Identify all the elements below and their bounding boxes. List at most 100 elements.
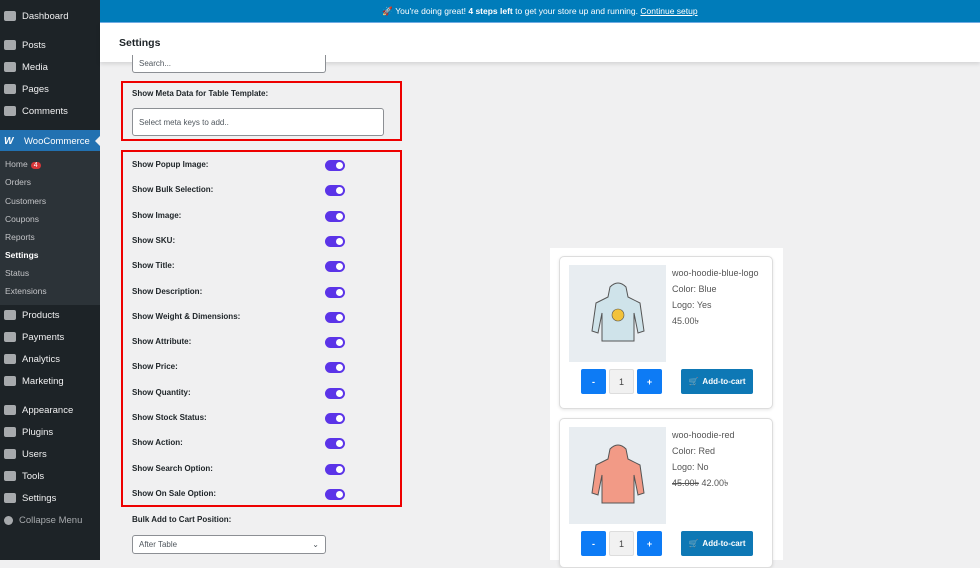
toggle-label: Show SKU: <box>132 235 176 245</box>
toggle-label: Show Action: <box>132 438 183 448</box>
menu-marketing[interactable]: Marketing <box>0 370 100 392</box>
toggle-label: Show Description: <box>132 286 203 296</box>
payments-icon <box>4 332 16 342</box>
analytics-icon <box>4 354 16 364</box>
show-stock-status-toggle[interactable] <box>325 413 345 424</box>
menu-plugins[interactable]: Plugins <box>0 421 100 443</box>
menu-media[interactable]: Media <box>0 56 100 78</box>
chevron-down-icon: ⌄ <box>312 540 319 549</box>
notice-text: You're doing great! <box>395 6 466 16</box>
add-to-cart-label: Add-to-cart <box>702 539 746 548</box>
quantity-decrease-button[interactable]: - <box>581 369 606 394</box>
toggle-label: Show Title: <box>132 261 175 271</box>
menu-dashboard[interactable]: Dashboard <box>0 5 100 27</box>
users-icon <box>4 449 16 459</box>
quantity-decrease-button[interactable]: - <box>581 531 606 556</box>
add-to-cart-button[interactable]: 🛒 Add-to-cart <box>681 369 753 394</box>
submenu-home[interactable]: Home 4 <box>5 159 41 169</box>
menu-label: Pages <box>22 83 49 95</box>
quantity-increase-button[interactable]: + <box>637 369 662 394</box>
product-name: woo-hoodie-red <box>672 430 735 440</box>
notice-steps: 4 steps left <box>468 6 513 16</box>
product-logo: Logo: No <box>672 462 709 472</box>
menu-pages[interactable]: Pages <box>0 78 100 100</box>
toggle-label: Show Image: <box>132 210 182 220</box>
menu-analytics[interactable]: Analytics <box>0 348 100 370</box>
show-description-toggle[interactable] <box>325 286 345 298</box>
appearance-icon <box>4 405 16 415</box>
bulk-position-select[interactable]: After Table ⌄ <box>132 535 326 554</box>
settings-icon <box>4 493 16 503</box>
menu-woocommerce[interactable]: W WooCommerce <box>0 130 100 152</box>
menu-label: Media <box>22 61 48 73</box>
submenu-status[interactable]: Status <box>5 268 29 278</box>
hoodie-icon <box>590 444 645 503</box>
quantity-input[interactable]: 1 <box>609 531 634 556</box>
show-weight-dimensions-toggle[interactable] <box>325 311 345 323</box>
submenu-reports[interactable]: Reports <box>5 232 35 242</box>
submenu-settings[interactable]: Settings <box>5 250 39 260</box>
submenu-coupons[interactable]: Coupons <box>5 214 39 224</box>
cart-icon: 🛒 <box>688 539 699 548</box>
show-sku-toggle[interactable] <box>325 235 345 247</box>
submenu-label: Coupons <box>5 214 40 224</box>
menu-label: Plugins <box>22 426 54 438</box>
toggle-label: Show Bulk Selection: <box>132 185 214 195</box>
menu-users[interactable]: Users <box>0 443 100 465</box>
show-action-toggle[interactable] <box>325 438 345 450</box>
products-icon <box>4 310 16 320</box>
menu-tools[interactable]: Tools <box>0 465 100 487</box>
meta-label: Show Meta Data for Table Template: <box>132 89 269 98</box>
show-price-toggle[interactable] <box>325 362 345 374</box>
product-image[interactable] <box>569 427 666 524</box>
product-name: woo-hoodie-blue-logo <box>672 268 759 278</box>
menu-label: Appearance <box>22 404 74 416</box>
toggle-label: Show Popup Image: <box>132 160 209 169</box>
bulk-position-value: After Table <box>139 540 178 549</box>
old-price: 45.00৳ <box>672 478 700 488</box>
toggle-label: Show Weight & Dimensions: <box>132 311 241 321</box>
product-price: 45.00৳ <box>672 316 700 326</box>
submenu-label: Status <box>5 268 30 278</box>
bulk-position-label: Bulk Add to Cart Position: <box>132 515 232 524</box>
show-image-toggle[interactable] <box>325 210 345 222</box>
menu-products[interactable]: Products <box>0 304 100 326</box>
woo-icon: W <box>4 135 14 147</box>
meta-keys-input[interactable]: Select meta keys to add.. <box>132 108 384 136</box>
submenu-extensions[interactable]: Extensions <box>5 286 47 296</box>
menu-label: Payments <box>22 331 65 343</box>
collapse-menu-icon <box>4 515 13 525</box>
menu-posts[interactable]: Posts <box>0 34 100 56</box>
show-quantity-toggle[interactable] <box>325 387 345 399</box>
continue-setup-link[interactable]: Continue setup <box>640 6 697 16</box>
toggle-label: Show Quantity: <box>132 387 191 397</box>
menu-appearance[interactable]: Appearance <box>0 399 100 421</box>
product-image[interactable] <box>569 265 666 362</box>
posts-icon <box>4 40 16 50</box>
toggle-label: Show Search Option: <box>132 463 213 473</box>
menu-label: Tools <box>22 470 45 482</box>
product-preview-panel: woo-hoodie-blue-logo Color: Blue Logo: Yes… <box>550 248 783 568</box>
show-on-sale-option-toggle[interactable] <box>325 488 345 500</box>
show-bulk-selection-toggle[interactable] <box>325 185 345 197</box>
show-search-option-toggle[interactable] <box>325 463 345 475</box>
menu-collapse-menu[interactable]: Collapse Menu <box>0 509 100 531</box>
search-input[interactable]: Search... <box>132 55 326 73</box>
menu-label: Dashboard <box>22 10 69 22</box>
show-attribute-toggle[interactable] <box>325 337 345 349</box>
submenu-customers[interactable]: Customers <box>5 196 46 206</box>
quantity-input[interactable]: 1 <box>609 369 634 394</box>
quantity-increase-button[interactable]: + <box>637 531 662 556</box>
menu-settings[interactable]: Settings <box>0 487 100 509</box>
product-price: 42.00৳ <box>701 478 729 488</box>
add-to-cart-label: Add-to-cart <box>702 377 746 386</box>
menu-comments[interactable]: Comments <box>0 100 100 122</box>
show-popup-image-toggle[interactable] <box>325 160 345 171</box>
product-color: Color: Blue <box>672 284 717 294</box>
menu-label: Users <box>22 448 47 460</box>
menu-payments[interactable]: Payments <box>0 326 100 348</box>
menu-label: Posts <box>22 39 46 51</box>
submenu-orders[interactable]: Orders <box>5 177 31 187</box>
add-to-cart-button[interactable]: 🛒 Add-to-cart <box>681 531 753 556</box>
show-title-toggle[interactable] <box>325 261 345 273</box>
